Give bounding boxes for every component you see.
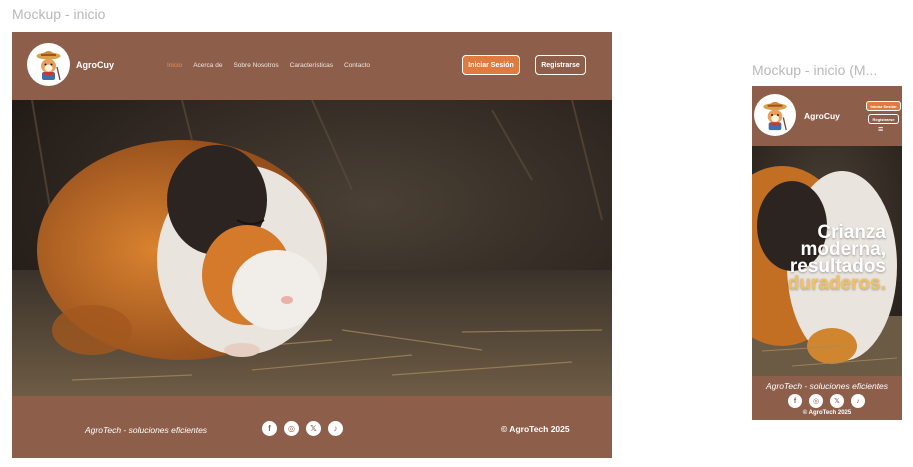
desktop-header: AgroCuy Inicio Acerca de Sobre Nosotros … xyxy=(12,32,612,100)
social-links: f ◎ 𝕏 ♪ xyxy=(262,421,343,436)
social-links: f ◎ 𝕏 ♪ xyxy=(788,394,865,408)
brand-name: AgroCuy xyxy=(76,60,114,70)
footer-copyright: © AgroTech 2025 xyxy=(501,424,570,434)
desktop-footer: AgroTech - soluciones eficientes f ◎ 𝕏 ♪… xyxy=(12,396,612,458)
login-button[interactable]: Iniciar Sesión xyxy=(866,101,901,111)
footer-tagline: AgroTech - soluciones eficientes xyxy=(765,381,889,391)
footer-tagline: AgroTech - soluciones eficientes xyxy=(85,425,208,435)
mobile-mockup: AgroCuy Iniciar Sesión Registrarse ≡ Cri… xyxy=(752,86,902,420)
desktop-frame-label: Mockup - inicio xyxy=(12,6,106,22)
nav-item-contacto[interactable]: Contacto xyxy=(344,62,370,69)
mobile-frame-label: Mockup - inicio (M... xyxy=(752,62,878,78)
nav-item-inicio[interactable]: Inicio xyxy=(167,62,182,69)
mobile-header: AgroCuy Iniciar Sesión Registrarse ≡ xyxy=(752,86,902,146)
register-button[interactable]: Registrarse xyxy=(535,55,586,75)
hero-guinea-pig-image xyxy=(12,100,612,396)
brand-name: AgroCuy xyxy=(804,111,840,121)
mobile-hero: Crianza moderna, resultados duraderos. xyxy=(752,146,902,376)
tiktok-icon[interactable]: ♪ xyxy=(328,421,343,436)
headline-accent: duraderos. xyxy=(787,273,886,294)
desktop-mockup: AgroCuy Inicio Acerca de Sobre Nosotros … xyxy=(12,32,612,458)
facebook-icon[interactable]: f xyxy=(262,421,277,436)
hero-headline: Crianza moderna, resultados duraderos. xyxy=(752,223,886,294)
nav-item-caracteristicas[interactable]: Características xyxy=(290,62,333,69)
guinea-pig-logo-icon[interactable] xyxy=(754,94,796,136)
x-icon[interactable]: 𝕏 xyxy=(306,421,321,436)
instagram-icon[interactable]: ◎ xyxy=(809,394,823,408)
login-button[interactable]: Iniciar Sesión xyxy=(462,55,520,75)
mobile-footer: AgroTech - soluciones eficientes f ◎ 𝕏 ♪… xyxy=(752,376,902,420)
instagram-icon[interactable]: ◎ xyxy=(284,421,299,436)
register-button[interactable]: Registrarse xyxy=(868,114,899,124)
nav-item-acerca-de[interactable]: Acerca de xyxy=(193,62,222,69)
nav-item-sobre-nosotros[interactable]: Sobre Nosotros xyxy=(233,62,278,69)
tiktok-icon[interactable]: ♪ xyxy=(851,394,865,408)
guinea-pig-logo-icon[interactable] xyxy=(27,43,70,86)
footer-copyright: © AgroTech 2025 xyxy=(802,410,852,416)
x-icon[interactable]: 𝕏 xyxy=(830,394,844,408)
main-nav: Inicio Acerca de Sobre Nosotros Caracter… xyxy=(167,62,370,69)
hamburger-menu-icon[interactable]: ≡ xyxy=(878,125,883,134)
facebook-icon[interactable]: f xyxy=(788,394,802,408)
